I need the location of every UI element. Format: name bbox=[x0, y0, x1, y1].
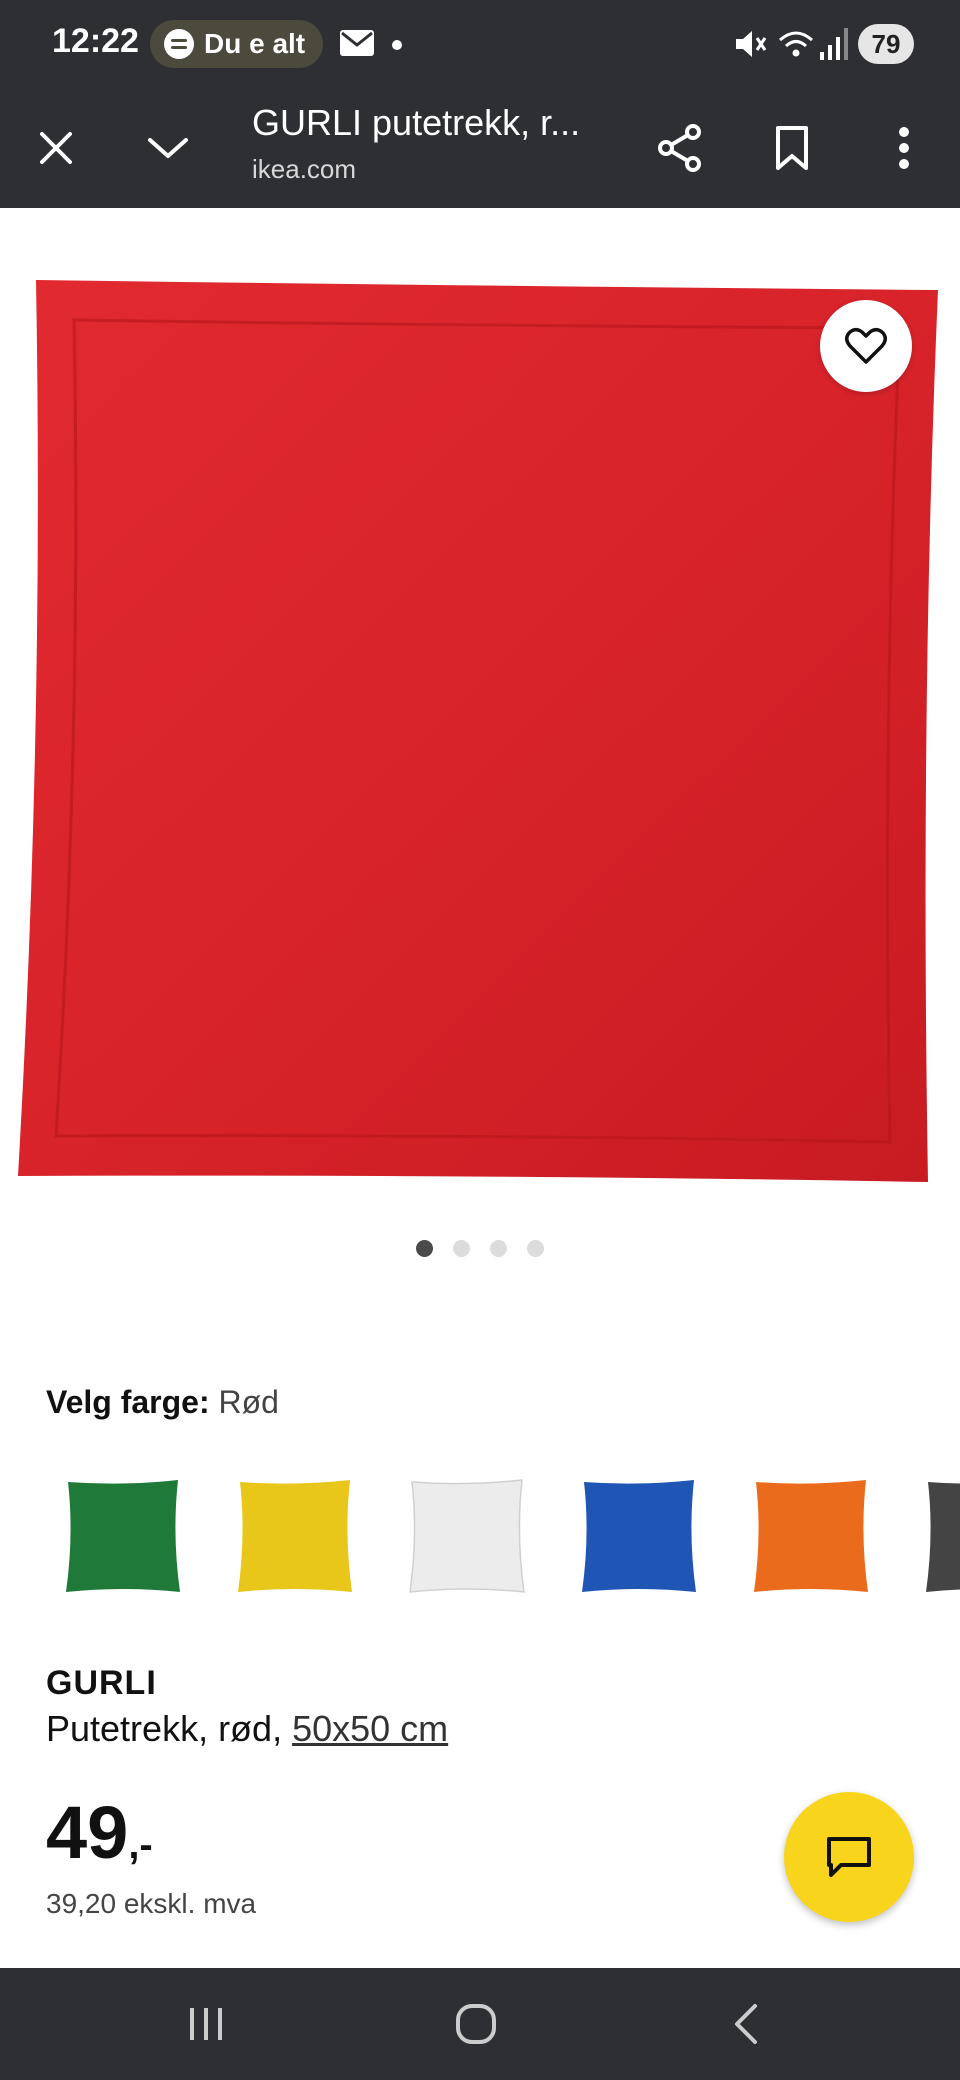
battery-badge: 79 bbox=[858, 24, 914, 64]
product-description-text: Putetrekk, rød, bbox=[46, 1708, 293, 1749]
color-swatch-green[interactable] bbox=[60, 1470, 186, 1600]
color-swatch-white[interactable] bbox=[404, 1470, 530, 1600]
favorite-button[interactable] bbox=[820, 300, 912, 392]
image-pager[interactable] bbox=[0, 1240, 960, 1257]
pager-dot[interactable] bbox=[527, 1240, 544, 1257]
color-swatches bbox=[60, 1470, 960, 1610]
pager-dot[interactable] bbox=[453, 1240, 470, 1257]
recents-icon bbox=[190, 2008, 222, 2040]
color-swatch-dark-grey[interactable] bbox=[920, 1470, 960, 1600]
color-swatch-yellow[interactable] bbox=[232, 1470, 358, 1600]
wifi-icon bbox=[779, 31, 813, 57]
browser-toolbar: GURLI putetrekk, r... ikea.com bbox=[0, 88, 960, 208]
chat-button[interactable] bbox=[784, 1792, 914, 1922]
share-button[interactable] bbox=[646, 114, 714, 182]
home-icon bbox=[456, 2004, 496, 2044]
home-button[interactable] bbox=[436, 1992, 516, 2056]
share-icon bbox=[658, 124, 701, 172]
recents-button[interactable] bbox=[166, 1992, 246, 2056]
product-price: 49,- bbox=[46, 1790, 153, 1875]
color-selector-label: Velg farge: Rød bbox=[46, 1384, 279, 1421]
system-nav-bar bbox=[0, 1968, 960, 2080]
product-size-link[interactable]: 50x50 cm bbox=[292, 1708, 448, 1749]
color-label-text: Velg farge: bbox=[46, 1384, 210, 1420]
pager-dot[interactable] bbox=[416, 1240, 433, 1257]
color-swatch-orange[interactable] bbox=[748, 1470, 874, 1600]
back-button[interactable] bbox=[706, 1992, 786, 2056]
product-description: Putetrekk, rød, 50x50 cm bbox=[46, 1708, 448, 1750]
back-icon bbox=[735, 2004, 757, 2044]
more-vertical-icon bbox=[899, 127, 909, 169]
chat-icon bbox=[827, 1837, 871, 1877]
bookmark-button[interactable] bbox=[758, 114, 826, 182]
bookmark-icon bbox=[776, 126, 808, 170]
spotify-icon bbox=[164, 29, 194, 59]
page-url[interactable]: ikea.com bbox=[252, 154, 356, 185]
color-label-value: Rød bbox=[218, 1384, 279, 1420]
mail-icon bbox=[340, 30, 374, 56]
spotify-text: Du e alt bbox=[204, 28, 306, 59]
close-button[interactable] bbox=[22, 114, 90, 182]
cushion-image bbox=[18, 280, 938, 1182]
more-options-button[interactable] bbox=[870, 114, 938, 182]
chevron-down-icon bbox=[148, 138, 188, 158]
status-bar: 12:22 Du e alt 79 bbox=[0, 0, 960, 88]
price-value: 49 bbox=[46, 1791, 129, 1874]
product-image[interactable] bbox=[0, 208, 960, 1208]
status-time: 12:22 bbox=[52, 22, 139, 60]
page-title[interactable]: GURLI putetrekk, r... bbox=[252, 102, 580, 144]
product-brand: GURLI bbox=[46, 1664, 157, 1702]
price-ex-vat: 39,20 ekskl. mva bbox=[46, 1888, 257, 1919]
close-icon bbox=[40, 132, 72, 164]
spotify-notification[interactable]: Du e alt bbox=[150, 20, 324, 68]
minimize-button[interactable] bbox=[134, 114, 202, 182]
price-suffix: ,- bbox=[128, 1823, 153, 1867]
color-swatch-blue[interactable] bbox=[576, 1470, 702, 1600]
notification-dot-icon bbox=[392, 40, 402, 50]
pager-dot[interactable] bbox=[490, 1240, 507, 1257]
signal-icon bbox=[820, 28, 848, 60]
heart-icon bbox=[845, 328, 887, 364]
mute-icon bbox=[736, 31, 767, 57]
